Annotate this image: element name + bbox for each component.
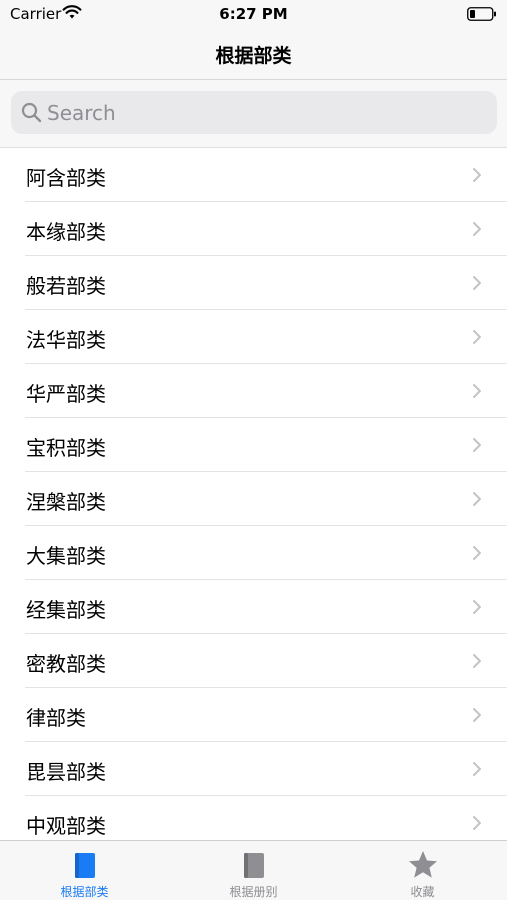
list-item[interactable]: 华严部类: [25, 364, 507, 418]
tab-by-volume[interactable]: 根据册别: [169, 841, 338, 901]
chevron-right-icon: [473, 600, 481, 614]
category-list: 阿含部类 本缘部类 般若部类 法华部类 华严部类 宝积部类 涅槃部类 大集部类 …: [0, 148, 507, 840]
list-item[interactable]: 大集部类: [25, 526, 507, 580]
tab-label: 根据部类: [60, 885, 109, 899]
page-title: 根据部类: [215, 45, 292, 67]
chevron-right-icon: [473, 816, 481, 830]
search-input[interactable]: [47, 91, 487, 134]
chevron-right-icon: [473, 168, 481, 182]
navigation-bar: 根据部类: [0, 28, 507, 80]
list-item[interactable]: 法华部类: [25, 310, 507, 364]
list-item[interactable]: 律部类: [25, 688, 507, 742]
list-item[interactable]: 中观部类: [25, 796, 507, 840]
list-item-label: 阿含部类: [26, 166, 106, 190]
list-item-label: 法华部类: [26, 328, 106, 352]
list-item[interactable]: 般若部类: [25, 256, 507, 310]
tab-label: 根据册别: [229, 885, 278, 899]
chevron-right-icon: [473, 438, 481, 452]
search-field[interactable]: [11, 91, 497, 134]
list-item[interactable]: 宝积部类: [25, 418, 507, 472]
list-item-label: 华严部类: [26, 382, 106, 406]
search-icon: [21, 102, 42, 123]
clock: 6:27 PM: [219, 5, 288, 23]
tab-label: 收藏: [410, 885, 435, 899]
chevron-right-icon: [473, 384, 481, 398]
tab-bar: 根据部类 根据册别 收藏: [0, 840, 507, 900]
chevron-right-icon: [473, 222, 481, 236]
chevron-right-icon: [473, 546, 481, 560]
list-item[interactable]: 阿含部类: [25, 148, 507, 202]
status-bar: Carrier 6:27 PM: [0, 0, 507, 28]
chevron-right-icon: [473, 708, 481, 722]
list-item[interactable]: 密教部类: [25, 634, 507, 688]
book-icon: [75, 853, 95, 878]
search-bar: [0, 80, 507, 148]
list-item-label: 密教部类: [26, 652, 106, 676]
list-item[interactable]: 经集部类: [25, 580, 507, 634]
list-item-label: 宝积部类: [26, 436, 106, 460]
chevron-right-icon: [473, 492, 481, 506]
list-item[interactable]: 本缘部类: [25, 202, 507, 256]
list-item-label: 涅槃部类: [26, 490, 106, 514]
list-item-label: 本缘部类: [26, 220, 106, 244]
list-item-label: 律部类: [26, 706, 86, 730]
chevron-right-icon: [473, 330, 481, 344]
list-item-label: 毘昙部类: [26, 760, 106, 784]
list-item-label: 般若部类: [26, 274, 106, 298]
star-icon: [409, 851, 437, 878]
battery-icon: [467, 7, 496, 21]
book-icon: [244, 853, 264, 878]
list-item[interactable]: 涅槃部类: [25, 472, 507, 526]
list-item-label: 大集部类: [26, 544, 106, 568]
list-item[interactable]: 毘昙部类: [25, 742, 507, 796]
list-item-label: 经集部类: [26, 598, 106, 622]
chevron-right-icon: [473, 762, 481, 776]
tab-by-category[interactable]: 根据部类: [0, 841, 169, 901]
tab-favorites[interactable]: 收藏: [338, 841, 507, 901]
list-item-label: 中观部类: [26, 814, 106, 838]
chevron-right-icon: [473, 654, 481, 668]
chevron-right-icon: [473, 276, 481, 290]
